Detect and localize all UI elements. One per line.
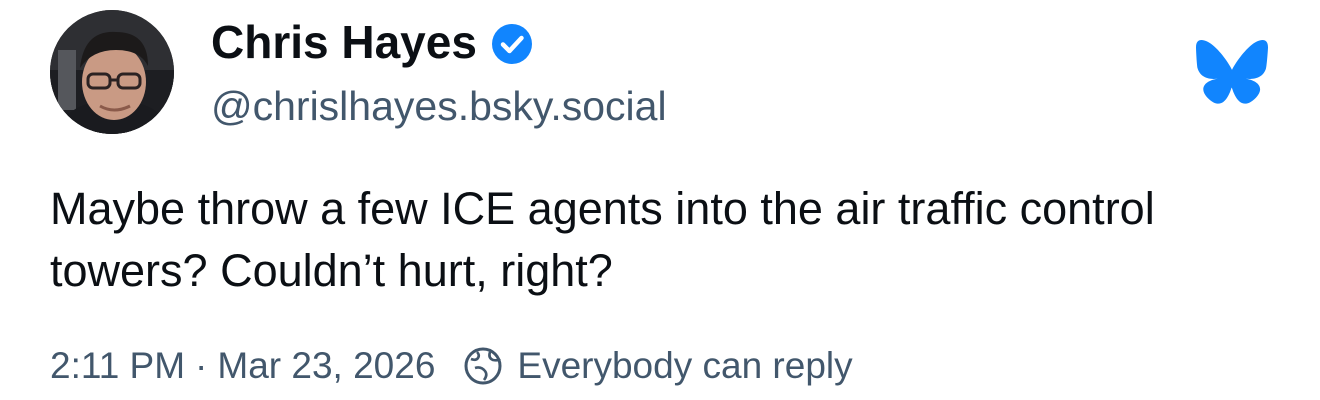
- post-meta: 2:11 PM · Mar 23, 2026 Everybody can rep…: [50, 340, 853, 392]
- profile-photo: [50, 10, 174, 134]
- author-handle[interactable]: @chrislhayes.bsky.social: [211, 80, 667, 132]
- bluesky-butterfly-icon: [1196, 40, 1268, 104]
- verified-badge-icon: [491, 21, 533, 64]
- globe-reply-icon: [463, 346, 503, 386]
- author-name-text: Chris Hayes: [211, 16, 477, 68]
- meta-separator: ·: [195, 345, 208, 386]
- post-date[interactable]: Mar 23, 2026: [217, 345, 435, 387]
- post-text: Maybe throw a few ICE agents into the ai…: [50, 183, 1155, 296]
- post-time[interactable]: 2:11 PM: [50, 345, 185, 387]
- post-card: Chris Hayes @chrislhayes.bsky.social May…: [0, 0, 1320, 400]
- reply-setting-label: Everybody can reply: [517, 345, 853, 386]
- author-name[interactable]: Chris Hayes: [211, 14, 533, 70]
- reply-setting[interactable]: Everybody can reply: [463, 345, 853, 387]
- author-avatar[interactable]: [50, 10, 174, 134]
